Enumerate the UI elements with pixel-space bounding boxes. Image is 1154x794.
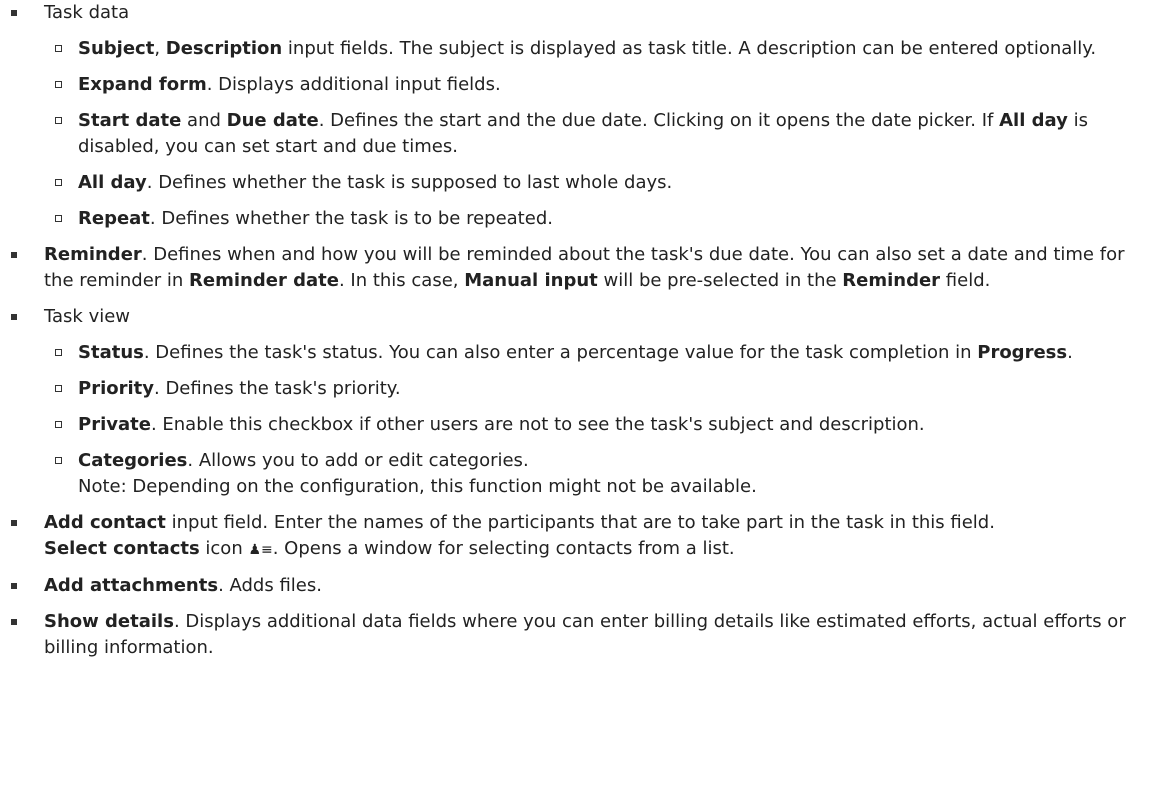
term-all-day: All day xyxy=(78,172,147,193)
contacts-icon: ♟≡ xyxy=(248,542,273,558)
item-text: . Opens a window for selecting contacts … xyxy=(272,538,735,559)
hollow-bullet-icon xyxy=(55,45,62,52)
hollow-bullet-icon xyxy=(55,457,62,464)
list-item-add-contact: Add contact input field. Enter the names… xyxy=(0,510,1154,563)
list-item-task-data: Task data Subject, Description input fie… xyxy=(0,0,1154,232)
item-text: will be pre-selected in the xyxy=(597,270,843,291)
note-text: Note: Depending on the configuration, th… xyxy=(78,476,757,497)
square-bullet-icon xyxy=(11,314,17,320)
item-text: and xyxy=(181,110,227,131)
list-item-expand-form: Expand form. Displays additional input f… xyxy=(44,72,1154,98)
item-text: input field. Enter the names of the part… xyxy=(165,512,995,533)
list-item-task-view: Task view Status. Defines the task's sta… xyxy=(0,304,1154,500)
item-text: . Displays additional data fields where … xyxy=(44,611,1126,658)
term-all-day: All day xyxy=(999,110,1068,131)
term-description: Description xyxy=(165,38,283,59)
term-select-contacts: Select contacts xyxy=(44,538,200,559)
item-text: . Displays additional input fields. xyxy=(206,74,501,95)
list-item-subject-description: Subject, Description input fields. The s… xyxy=(44,36,1154,62)
term-reminder-date: Reminder date xyxy=(189,270,339,291)
document: Task data Subject, Description input fie… xyxy=(0,0,1154,794)
term-add-attachments: Add attachments xyxy=(44,575,219,596)
item-text: . Defines the task's priority. xyxy=(154,378,401,399)
list-item-repeat: Repeat. Defines whether the task is to b… xyxy=(44,206,1154,232)
list-item-show-details: Show details. Displays additional data f… xyxy=(0,609,1154,661)
item-text: . Enable this checkbox if other users ar… xyxy=(150,414,925,435)
task-data-label: Task data xyxy=(44,2,130,23)
term-priority: Priority xyxy=(78,378,154,399)
square-bullet-icon xyxy=(11,252,17,258)
term-start-date: Start date xyxy=(78,110,182,131)
item-text: icon xyxy=(199,538,249,559)
square-bullet-icon xyxy=(11,583,17,589)
term-add-contact: Add contact xyxy=(44,512,166,533)
item-text: input fields. The subject is displayed a… xyxy=(282,38,1097,59)
term-progress: Progress xyxy=(977,342,1068,363)
separator-text: , xyxy=(154,38,166,59)
task-view-sublist: Status. Defines the task's status. You c… xyxy=(44,340,1154,500)
item-text: . Defines the start and the due date. Cl… xyxy=(318,110,1000,131)
term-reminder-field: Reminder xyxy=(842,270,941,291)
list-item-categories: Categories. Allows you to add or edit ca… xyxy=(44,448,1154,500)
term-subject: Subject xyxy=(78,38,155,59)
term-show-details: Show details xyxy=(44,611,174,632)
term-repeat: Repeat xyxy=(78,208,150,229)
task-view-label: Task view xyxy=(44,306,131,327)
term-expand-form: Expand form xyxy=(78,74,207,95)
term-reminder: Reminder xyxy=(44,244,142,265)
list-item-start-due-date: Start date and Due date. Defines the sta… xyxy=(44,108,1154,160)
square-bullet-icon xyxy=(11,10,17,16)
list-item-add-attachments: Add attachments. Adds files. xyxy=(0,573,1154,599)
list-item-priority: Priority. Defines the task's priority. xyxy=(44,376,1154,402)
list-item-all-day: All day. Defines whether the task is sup… xyxy=(44,170,1154,196)
hollow-bullet-icon xyxy=(55,179,62,186)
item-text: field. xyxy=(940,270,991,291)
item-text: . Adds files. xyxy=(218,575,322,596)
list-item-reminder: Reminder. Defines when and how you will … xyxy=(0,242,1154,294)
square-bullet-icon xyxy=(11,619,17,625)
hollow-bullet-icon xyxy=(55,117,62,124)
item-text: . Defines whether the task is supposed t… xyxy=(146,172,673,193)
feature-list: Task data Subject, Description input fie… xyxy=(0,0,1154,661)
hollow-bullet-icon xyxy=(55,349,62,356)
list-item-status: Status. Defines the task's status. You c… xyxy=(44,340,1154,366)
hollow-bullet-icon xyxy=(55,385,62,392)
item-text: . xyxy=(1067,342,1073,363)
item-text: . Allows you to add or edit categories. xyxy=(187,450,529,471)
item-text: . In this case, xyxy=(338,270,465,291)
term-status: Status xyxy=(78,342,144,363)
term-due-date: Due date xyxy=(226,110,319,131)
hollow-bullet-icon xyxy=(55,421,62,428)
item-text: . Defines whether the task is to be repe… xyxy=(149,208,553,229)
item-text: . Defines the task's status. You can als… xyxy=(143,342,978,363)
hollow-bullet-icon xyxy=(55,215,62,222)
term-private: Private xyxy=(78,414,151,435)
term-manual-input: Manual input xyxy=(464,270,598,291)
hollow-bullet-icon xyxy=(55,81,62,88)
task-data-sublist: Subject, Description input fields. The s… xyxy=(44,36,1154,232)
square-bullet-icon xyxy=(11,520,17,526)
list-item-private: Private. Enable this checkbox if other u… xyxy=(44,412,1154,438)
term-categories: Categories xyxy=(78,450,188,471)
